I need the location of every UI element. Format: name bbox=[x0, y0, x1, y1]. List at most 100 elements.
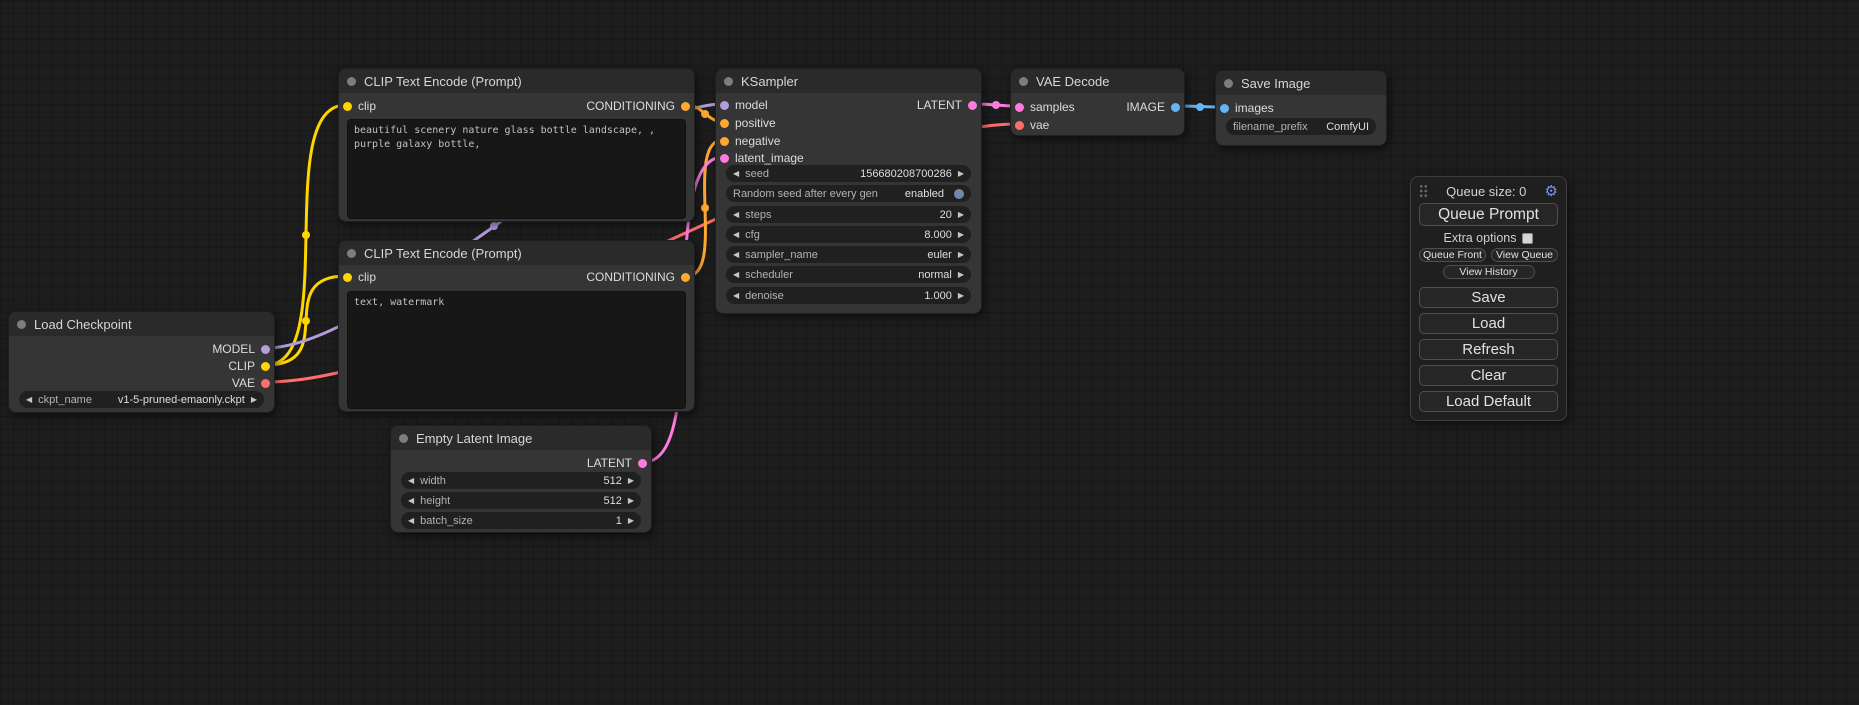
input-slot-images[interactable]: images bbox=[1220, 99, 1274, 117]
node-ksampler[interactable]: KSampler model positive negative latent_… bbox=[715, 68, 982, 314]
output-slot-image[interactable]: IMAGE bbox=[1126, 98, 1180, 116]
decrement-arrow-icon[interactable]: ◀ bbox=[408, 517, 414, 525]
node-titlebar[interactable]: KSampler bbox=[716, 69, 981, 93]
load-default-button[interactable]: Load Default bbox=[1419, 391, 1558, 412]
prompt-text-area[interactable]: beautiful scenery nature glass bottle la… bbox=[347, 119, 686, 219]
input-slot-model[interactable]: model bbox=[720, 96, 768, 114]
clear-button[interactable]: Clear bbox=[1419, 365, 1558, 386]
slot-dot-icon[interactable] bbox=[720, 137, 729, 146]
toggle-knob-icon[interactable] bbox=[954, 189, 964, 199]
collapse-dot-icon[interactable] bbox=[1224, 79, 1233, 88]
collapse-dot-icon[interactable] bbox=[347, 249, 356, 258]
node-empty-latent-image[interactable]: Empty Latent Image LATENT ◀ width 512 ▶ … bbox=[390, 425, 652, 533]
widget-cfg[interactable]: ◀ cfg 8.000 ▶ bbox=[726, 226, 971, 243]
increment-arrow-icon[interactable]: ▶ bbox=[958, 292, 964, 300]
slot-dot-icon[interactable] bbox=[720, 119, 729, 128]
increment-arrow-icon[interactable]: ▶ bbox=[958, 170, 964, 178]
slot-dot-icon[interactable] bbox=[638, 459, 647, 468]
node-titlebar[interactable]: Empty Latent Image bbox=[391, 426, 651, 450]
increment-arrow-icon[interactable]: ▶ bbox=[958, 231, 964, 239]
output-slot-conditioning[interactable]: CONDITIONING bbox=[586, 97, 690, 115]
collapse-dot-icon[interactable] bbox=[17, 320, 26, 329]
collapse-dot-icon[interactable] bbox=[399, 434, 408, 443]
load-button[interactable]: Load bbox=[1419, 313, 1558, 334]
decrement-arrow-icon[interactable]: ◀ bbox=[733, 231, 739, 239]
increment-arrow-icon[interactable]: ▶ bbox=[958, 271, 964, 279]
node-titlebar[interactable]: CLIP Text Encode (Prompt) bbox=[339, 241, 694, 265]
view-history-button[interactable]: View History bbox=[1443, 265, 1535, 279]
widget-random-seed-toggle[interactable]: Random seed after every gen enabled bbox=[726, 185, 971, 202]
slot-dot-icon[interactable] bbox=[261, 362, 270, 371]
queue-front-button[interactable]: Queue Front bbox=[1419, 248, 1486, 262]
output-slot-latent[interactable]: LATENT bbox=[917, 96, 977, 114]
slot-dot-icon[interactable] bbox=[343, 102, 352, 111]
node-titlebar[interactable]: Save Image bbox=[1216, 71, 1386, 95]
node-titlebar[interactable]: VAE Decode bbox=[1011, 69, 1184, 93]
node-graph-canvas[interactable]: Load Checkpoint MODEL CLIP VAE ◀ ckpt_na… bbox=[0, 0, 1859, 705]
input-slot-vae[interactable]: vae bbox=[1015, 116, 1049, 134]
prompt-text-area[interactable]: text, watermark bbox=[347, 291, 686, 409]
widget-sampler-name[interactable]: ◀ sampler_name euler ▶ bbox=[726, 246, 971, 263]
output-slot-latent[interactable]: LATENT bbox=[587, 454, 647, 472]
decrement-arrow-icon[interactable]: ◀ bbox=[733, 170, 739, 178]
input-slot-positive[interactable]: positive bbox=[720, 114, 776, 132]
slot-dot-icon[interactable] bbox=[343, 273, 352, 282]
output-slot-vae[interactable]: VAE bbox=[232, 374, 270, 392]
slot-dot-icon[interactable] bbox=[681, 102, 690, 111]
increment-arrow-icon[interactable]: ▶ bbox=[958, 211, 964, 219]
widget-width[interactable]: ◀ width 512 ▶ bbox=[401, 472, 641, 489]
decrement-arrow-icon[interactable]: ◀ bbox=[733, 271, 739, 279]
refresh-button[interactable]: Refresh bbox=[1419, 339, 1558, 360]
node-titlebar[interactable]: CLIP Text Encode (Prompt) bbox=[339, 69, 694, 93]
collapse-dot-icon[interactable] bbox=[724, 77, 733, 86]
widget-scheduler[interactable]: ◀ scheduler normal ▶ bbox=[726, 266, 971, 283]
decrement-arrow-icon[interactable]: ◀ bbox=[733, 292, 739, 300]
slot-dot-icon[interactable] bbox=[681, 273, 690, 282]
decrement-arrow-icon[interactable]: ◀ bbox=[26, 396, 32, 404]
save-button[interactable]: Save bbox=[1419, 287, 1558, 308]
slot-dot-icon[interactable] bbox=[261, 379, 270, 388]
decrement-arrow-icon[interactable]: ◀ bbox=[733, 211, 739, 219]
output-slot-clip[interactable]: CLIP bbox=[228, 357, 270, 375]
slot-dot-icon[interactable] bbox=[1015, 121, 1024, 130]
widget-height[interactable]: ◀ height 512 ▶ bbox=[401, 492, 641, 509]
node-save-image[interactable]: Save Image images filename_prefix ComfyU… bbox=[1215, 70, 1387, 146]
node-titlebar[interactable]: Load Checkpoint bbox=[9, 312, 274, 336]
collapse-dot-icon[interactable] bbox=[347, 77, 356, 86]
increment-arrow-icon[interactable]: ▶ bbox=[628, 497, 634, 505]
decrement-arrow-icon[interactable]: ◀ bbox=[408, 497, 414, 505]
widget-denoise[interactable]: ◀ denoise 1.000 ▶ bbox=[726, 287, 971, 304]
input-slot-clip[interactable]: clip bbox=[343, 97, 376, 115]
slot-dot-icon[interactable] bbox=[1220, 104, 1229, 113]
node-clip-text-encode-positive[interactable]: CLIP Text Encode (Prompt) clip CONDITION… bbox=[338, 68, 695, 222]
node-clip-text-encode-negative[interactable]: CLIP Text Encode (Prompt) clip CONDITION… bbox=[338, 240, 695, 412]
drag-handle-icon[interactable] bbox=[1419, 184, 1428, 198]
slot-dot-icon[interactable] bbox=[1171, 103, 1180, 112]
input-slot-negative[interactable]: negative bbox=[720, 132, 780, 150]
slot-dot-icon[interactable] bbox=[1015, 103, 1024, 112]
node-vae-decode[interactable]: VAE Decode samples vae IMAGE bbox=[1010, 68, 1185, 136]
queue-prompt-button[interactable]: Queue Prompt bbox=[1419, 203, 1558, 226]
input-slot-samples[interactable]: samples bbox=[1015, 98, 1075, 116]
decrement-arrow-icon[interactable]: ◀ bbox=[733, 251, 739, 259]
slot-dot-icon[interactable] bbox=[720, 101, 729, 110]
slot-dot-icon[interactable] bbox=[968, 101, 977, 110]
widget-steps[interactable]: ◀ steps 20 ▶ bbox=[726, 206, 971, 223]
increment-arrow-icon[interactable]: ▶ bbox=[628, 517, 634, 525]
widget-filename-prefix[interactable]: filename_prefix ComfyUI bbox=[1226, 118, 1376, 135]
widget-seed[interactable]: ◀ seed 156680208700286 ▶ bbox=[726, 165, 971, 182]
increment-arrow-icon[interactable]: ▶ bbox=[251, 396, 257, 404]
output-slot-conditioning[interactable]: CONDITIONING bbox=[586, 268, 690, 286]
extra-options-checkbox[interactable] bbox=[1522, 233, 1533, 244]
node-load-checkpoint[interactable]: Load Checkpoint MODEL CLIP VAE ◀ ckpt_na… bbox=[8, 311, 275, 413]
output-slot-model[interactable]: MODEL bbox=[212, 340, 270, 358]
view-queue-button[interactable]: View Queue bbox=[1491, 248, 1558, 262]
slot-dot-icon[interactable] bbox=[720, 154, 729, 163]
decrement-arrow-icon[interactable]: ◀ bbox=[408, 477, 414, 485]
widget-batch-size[interactable]: ◀ batch_size 1 ▶ bbox=[401, 512, 641, 529]
settings-gear-icon[interactable]: ⚙ bbox=[1545, 184, 1558, 199]
slot-dot-icon[interactable] bbox=[261, 345, 270, 354]
widget-ckpt-name[interactable]: ◀ ckpt_name v1-5-pruned-emaonly.ckpt ▶ bbox=[19, 391, 264, 408]
increment-arrow-icon[interactable]: ▶ bbox=[628, 477, 634, 485]
increment-arrow-icon[interactable]: ▶ bbox=[958, 251, 964, 259]
